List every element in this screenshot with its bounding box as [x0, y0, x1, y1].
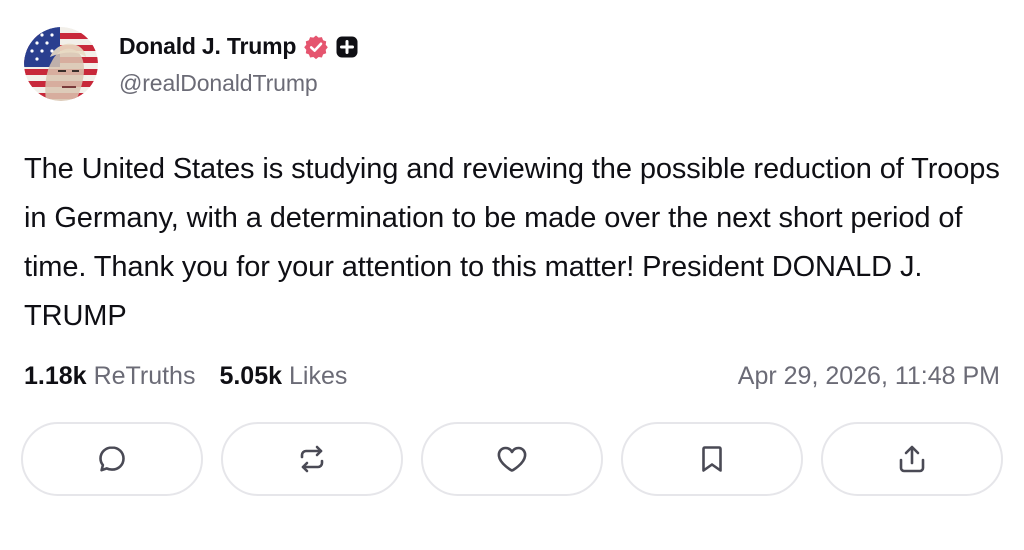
likes-stat[interactable]: 5.05k Likes [219, 362, 347, 391]
share-button[interactable] [821, 422, 1003, 496]
reply-button[interactable] [21, 422, 203, 496]
name-row: Donald J. Trump [119, 32, 358, 62]
retruth-button[interactable] [221, 422, 403, 496]
likes-label: Likes [289, 361, 348, 390]
author-display-name[interactable]: Donald J. Trump [119, 33, 296, 60]
like-button[interactable] [421, 422, 603, 496]
avatar[interactable] [24, 27, 98, 101]
retruths-count: 1.18k [24, 361, 87, 390]
post-text: The United States is studying and review… [24, 153, 1000, 332]
like-icon [497, 446, 527, 472]
retruths-label: ReTruths [93, 361, 196, 390]
bookmark-icon [702, 446, 722, 472]
retruths-stat[interactable]: 1.18k ReTruths [24, 362, 195, 391]
post-stats: 1.18k ReTruths 5.05k Likes Apr 29, 2026,… [24, 360, 1000, 392]
author-handle[interactable]: @realDonaldTrump [119, 70, 358, 97]
retruth-icon [300, 445, 324, 473]
bookmark-button[interactable] [621, 422, 803, 496]
avatar-image [24, 27, 98, 101]
likes-count: 5.05k [219, 361, 283, 390]
share-icon [899, 445, 925, 473]
plus-badge-icon [336, 36, 358, 58]
post-timestamp: Apr 29, 2026, 11:48 PM [737, 361, 1000, 390]
post-header: Donald J. Trump @realDonaldTrump [24, 27, 358, 101]
action-bar [21, 422, 1003, 498]
post-card: Donald J. Trump @realDonaldTrump The Uni… [0, 0, 1024, 550]
author-identity: Donald J. Trump @realDonaldTrump [119, 32, 358, 97]
verified-badge-icon [303, 34, 329, 60]
reply-icon [99, 446, 125, 472]
